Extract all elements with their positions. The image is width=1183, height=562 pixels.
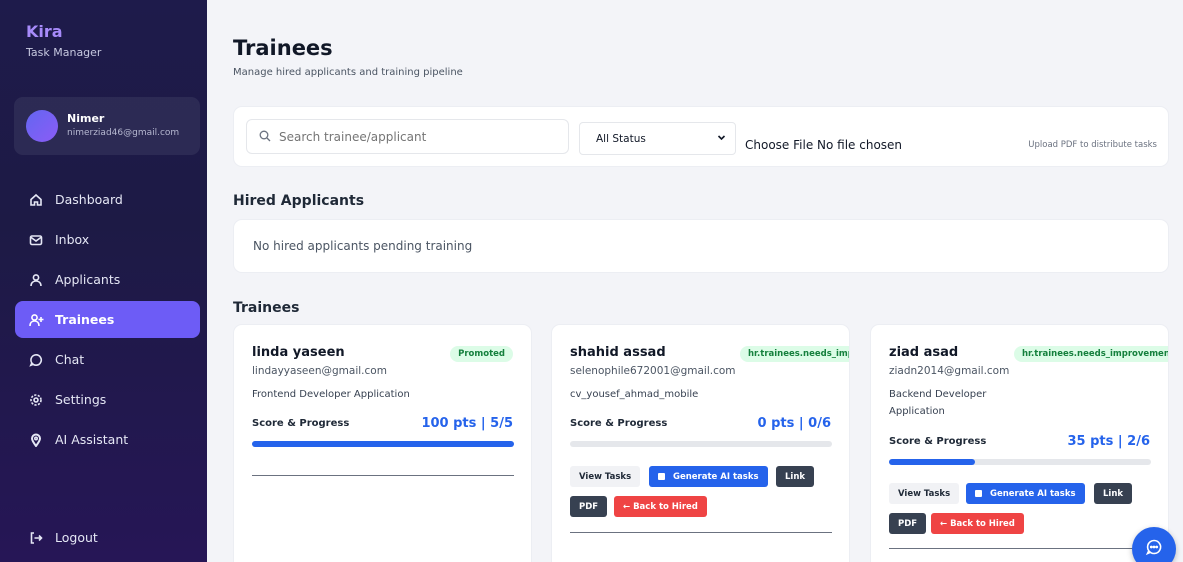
robot-icon [658,473,665,480]
sidebar-item-label: Chat [55,352,85,367]
progress-bar [889,459,1151,465]
hired-section-title: Hired Applicants [233,193,365,209]
sidebar-item-dashboard[interactable]: Dashboard [15,181,200,218]
avatar [26,110,58,142]
generate-label: Generate AI tasks [673,471,759,482]
search-box[interactable] [246,119,569,154]
trainee-name: shahid assad [570,345,666,360]
sidebar-item-label: Trainees [55,312,115,327]
sidebar-item-label: Applicants [55,272,121,287]
generate-ai-tasks-button[interactable]: Generate AI tasks [966,483,1085,504]
trainee-application: cv_yousef_ahmad_mobile [570,389,699,400]
divider [889,548,1151,549]
sidebar-item-applicants[interactable]: Applicants [15,261,200,298]
sidebar-item-trainees[interactable]: Trainees [15,301,200,338]
status-badge: hr.trainees.needs_improvement [740,346,849,362]
trainee-email: lindayyaseen@gmail.com [252,365,387,377]
sidebar-item-label: Dashboard [55,192,123,207]
robot-icon [975,490,982,497]
chat-icon [28,352,44,368]
user-card[interactable]: Nimer nimerziad46@gmail.com [14,97,200,155]
upload-hint: Upload PDF to distribute tasks [1028,140,1157,150]
sidebar-item-label: Inbox [55,232,90,247]
page-title: Trainees [233,36,333,60]
trainee-card: linda yaseen Promoted lindayyaseen@gmail… [233,324,532,562]
sidebar-item-label: AI Assistant [55,432,129,447]
user-icon [28,272,44,288]
logout-icon [28,530,44,546]
chat-bubble-icon [1145,538,1163,560]
brand-name: Kira [26,22,63,41]
link-button[interactable]: Link [776,466,815,487]
brand: Kira Task Manager [26,22,101,59]
status-select-value: All Status [596,132,646,145]
filter-bar: All Status Choose File No file chosen Up… [233,106,1169,167]
divider [570,532,832,533]
sidebar: Kira Task Manager Nimer nimerziad46@gmai… [0,0,207,562]
trainee-application: Frontend Developer Application [252,389,410,400]
score-label: Score & Progress [252,418,350,429]
score-label: Score & Progress [889,436,987,447]
user-plus-icon [28,312,44,328]
view-tasks-button[interactable]: View Tasks [889,483,960,504]
sidebar-item-ai-assistant[interactable]: AI Assistant [15,421,200,458]
chevron-down-icon [717,133,726,145]
status-select[interactable]: All Status [579,122,736,155]
status-badge: hr.trainees.needs_improvement [1014,346,1168,362]
trainee-application: Backend Developer Application [889,389,987,417]
divider [252,475,514,476]
hired-empty-text: No hired applicants pending training [253,239,473,253]
trainee-name: linda yaseen [252,345,345,360]
trainee-card: ziad asad hr.trainees.needs_improvement … [870,324,1169,562]
generate-ai-tasks-button[interactable]: Generate AI tasks [649,466,768,487]
progress-fill [889,459,976,465]
user-name: Nimer [67,112,105,125]
mail-icon [28,232,44,248]
trainee-email: ziadn2014@gmail.com [889,365,1010,377]
back-to-hired-button[interactable]: ← Back to Hired [614,496,707,517]
trainee-email: selenophile672001@gmail.com [570,365,736,377]
sidebar-item-chat[interactable]: Chat [15,341,200,378]
hired-empty-state: No hired applicants pending training [233,219,1169,273]
score-value: 0 pts | 0/6 [757,416,831,431]
trainee-card: shahid assad hr.trainees.needs_improveme… [551,324,850,562]
progress-bar [570,441,832,447]
view-tasks-button[interactable]: View Tasks [570,466,641,487]
logout-button[interactable]: Logout [15,519,200,556]
trainee-name: ziad asad [889,345,959,360]
pdf-button[interactable]: PDF [889,513,927,534]
progress-fill [252,441,514,447]
status-badge: Promoted [450,346,513,362]
sidebar-item-label: Settings [55,392,107,407]
user-email: nimerziad46@gmail.com [67,128,180,138]
search-input[interactable] [279,129,559,144]
link-button[interactable]: Link [1094,483,1133,504]
sidebar-item-settings[interactable]: Settings [15,381,200,418]
main-content: Trainees Manage hired applicants and tra… [207,0,1183,562]
sidebar-item-inbox[interactable]: Inbox [15,221,200,258]
file-input[interactable]: Choose File No file chosen [745,138,902,152]
gear-icon [28,392,44,408]
back-to-hired-button[interactable]: ← Back to Hired [931,513,1024,534]
pdf-button[interactable]: PDF [570,496,608,517]
score-value: 100 pts | 5/5 [421,416,513,431]
trainees-section-title: Trainees [233,300,300,316]
score-label: Score & Progress [570,418,668,429]
brand-subtitle: Task Manager [26,46,102,59]
logout-label: Logout [55,530,98,545]
generate-label: Generate AI tasks [990,488,1076,499]
progress-bar [252,441,514,447]
page-subtitle: Manage hired applicants and training pip… [233,67,463,78]
search-icon [259,127,271,146]
score-value: 35 pts | 2/6 [1067,434,1150,449]
home-icon [28,192,44,208]
pin-icon [28,432,44,448]
